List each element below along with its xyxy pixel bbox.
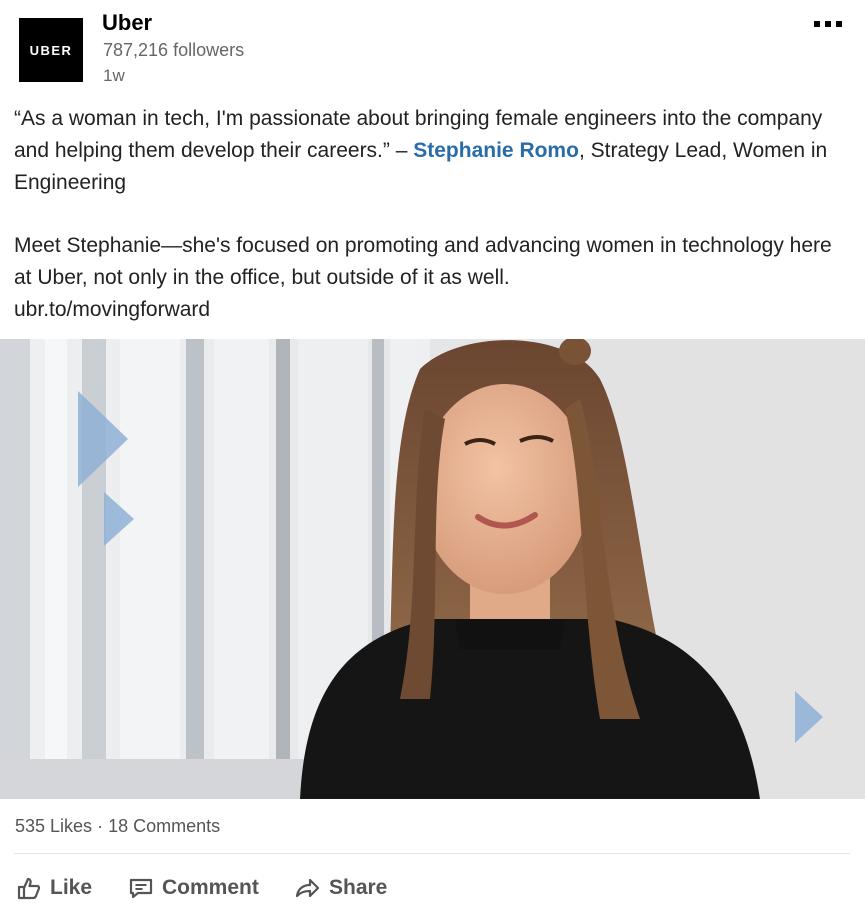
body-text: Meet Stephanie—she's focused on promotin…	[14, 234, 832, 289]
comment-icon	[128, 875, 154, 901]
action-bar: Like Comment Share	[0, 868, 865, 908]
follower-count: 787,216 followers	[103, 40, 245, 60]
stats-separator: ·	[97, 816, 104, 836]
logo-text: UBER	[29, 42, 73, 58]
company-name[interactable]: Uber	[102, 10, 152, 36]
like-label: Like	[50, 876, 93, 899]
divider	[14, 853, 850, 854]
company-logo[interactable]: UBER	[19, 18, 83, 82]
post-link[interactable]: ubr.to/movingforward	[14, 298, 210, 321]
mention-link[interactable]: Stephanie Romo	[413, 139, 579, 162]
comments-count[interactable]: 18 Comments	[108, 816, 220, 836]
share-arrow-icon	[293, 875, 321, 901]
post-text: “As a woman in tech, I'm passionate abou…	[14, 103, 854, 326]
engagement-stats: 535 Likes · 18 Comments	[15, 816, 220, 837]
quote-paragraph: “As a woman in tech, I'm passionate abou…	[14, 103, 854, 199]
more-options-icon[interactable]	[808, 12, 848, 36]
post-timestamp: 1w	[103, 66, 125, 85]
thumbs-up-icon	[16, 875, 42, 901]
portrait-photo	[0, 339, 865, 799]
share-button[interactable]: Share	[293, 868, 387, 908]
like-button[interactable]: Like	[16, 868, 92, 908]
body-paragraph: Meet Stephanie—she's focused on promotin…	[14, 230, 854, 326]
likes-count[interactable]: 535 Likes	[15, 816, 92, 836]
comment-label: Comment	[162, 876, 259, 899]
share-label: Share	[329, 876, 388, 899]
comment-button[interactable]: Comment	[128, 868, 259, 908]
post-header: UBER Uber 787,216 followers 1w	[0, 0, 865, 100]
post-image[interactable]	[0, 339, 865, 799]
